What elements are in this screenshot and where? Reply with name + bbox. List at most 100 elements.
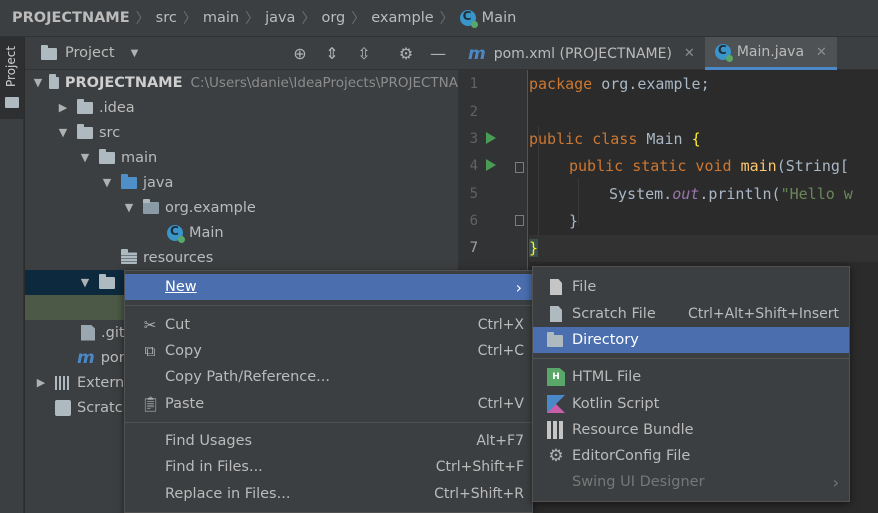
tab-main-java[interactable]: Main.java ✕ [704,37,837,70]
chevron-right-icon[interactable]: ▶ [55,101,71,114]
breadcrumb-java[interactable]: java [265,10,295,26]
chevron-down-icon[interactable]: ▼ [121,201,137,214]
tree-item-label: src [99,124,121,141]
chevron-down-icon[interactable]: ▼ [99,176,115,189]
menu-item-copy[interactable]: ⧉ Copy Ctrl+C [125,338,532,364]
shortcut-label: Ctrl+Shift+F [435,459,524,475]
run-icon[interactable] [486,132,496,144]
menu-item-copy-path[interactable]: Copy Path/Reference... [125,364,532,390]
gear-icon: ⚙ [548,446,564,466]
fold-icon[interactable] [515,162,524,173]
java-class-icon [459,9,478,28]
menu-item-replace-in-files[interactable]: Replace in Files... Ctrl+Shift+R [125,481,532,507]
submenu-item-resource-bundle[interactable]: Resource Bundle [533,417,849,443]
tree-item-java[interactable]: ▼ java [25,170,458,195]
source-folder-icon [121,173,137,189]
tree-item-resources[interactable]: resources [25,245,458,270]
run-icon[interactable] [486,159,496,171]
collapse-all-icon[interactable]: ⇳ [355,45,373,63]
code-line-6: } [569,212,579,230]
file-icon [550,279,562,295]
folder-icon [77,123,93,139]
submenu-item-editorconfig[interactable]: ⚙ EditorConfig File [533,443,849,469]
editor-tabs: m pom.xml (PROJECTNAME) ✕ Main.java ✕ [458,37,878,70]
shortcut-label: Ctrl+C [477,343,524,359]
submenu-item-directory[interactable]: Directory [533,327,849,353]
code-line-3: public class Main { [529,130,701,148]
tree-item-main-class[interactable]: Main [25,220,458,245]
menu-item-label: New [165,279,197,295]
line-number: 1 [469,76,478,92]
menu-item-label: Kotlin Script [572,396,660,412]
tree-item-label: PROJECTNAME [64,74,183,91]
expand-all-icon[interactable]: ⇕ [323,45,341,63]
tab-label: pom.xml (PROJECTNAME) [493,45,672,62]
tree-item-label: resources [143,249,214,266]
breadcrumb-project[interactable]: PROJECTNAME [12,10,130,26]
menu-item-label: HTML File [572,369,642,385]
breadcrumb-separator: 〉 [351,11,366,27]
tree-item-main[interactable]: ▼ main [25,145,458,170]
shortcut-label: Ctrl+V [477,396,524,412]
close-icon[interactable]: ✕ [684,46,695,61]
chevron-down-icon[interactable]: ▼ [55,126,71,139]
chevron-right-icon: › [515,277,522,297]
tree-item-root[interactable]: ▼ PROJECTNAME C:\Users\danie\IdeaProject… [25,70,458,95]
kotlin-icon [547,395,565,413]
line-number: 4 [469,158,478,174]
project-path: C:\Users\danie\IdeaProjects\PROJECTNA [190,74,458,91]
tree-item-idea[interactable]: ▶ .idea [25,95,458,120]
close-icon[interactable]: ✕ [816,45,827,60]
menu-item-label: Resource Bundle [572,422,694,438]
tree-item-src[interactable]: ▼ src [25,120,458,145]
gear-icon[interactable]: ⚙ [397,45,415,63]
menu-item-cut[interactable]: ✂ Cut Ctrl+X [125,312,532,338]
menu-separator [125,422,532,423]
folder-icon [99,273,115,289]
tree-item-label: org.example [165,199,256,216]
menu-item-label: Find in Files... [165,459,263,475]
menu-separator [533,358,849,359]
maven-icon: m [77,347,95,368]
chevron-right-icon[interactable]: ▶ [33,376,49,389]
scratches-icon [55,399,71,416]
breadcrumb-org[interactable]: org [321,10,345,26]
submenu-item-swing-ui-designer[interactable]: Swing UI Designer › [533,469,849,495]
file-icon [81,324,95,341]
line-number: 7 [469,240,478,256]
breadcrumb-example[interactable]: example [371,10,433,26]
menu-item-label: Copy [165,343,202,359]
tab-pom-xml[interactable]: m pom.xml (PROJECTNAME) ✕ [458,37,705,70]
chevron-down-icon[interactable]: ▼ [33,76,43,89]
chevron-down-icon[interactable]: ▼ [77,151,93,164]
menu-item-paste[interactable]: 📋︎ Paste Ctrl+V [125,391,532,417]
line-number: 3 [469,131,478,147]
shortcut-label: Ctrl+X [477,317,524,333]
line-number: 6 [469,213,478,229]
submenu-item-kotlin-script[interactable]: Kotlin Script [533,391,849,417]
menu-item-find-in-files[interactable]: Find in Files... Ctrl+Shift+F [125,454,532,480]
line-number: 2 [469,104,478,120]
breadcrumb-src[interactable]: src [156,10,177,26]
fold-icon[interactable] [515,215,524,226]
current-line-highlight [529,235,878,262]
code-line-1: package org.example; [529,75,710,93]
menu-item-find-usages[interactable]: Find Usages Alt+F7 [125,428,532,454]
hide-icon[interactable]: — [429,45,447,63]
breadcrumb-separator: 〉 [439,11,454,27]
breadcrumb-main[interactable]: main [203,10,239,26]
chevron-down-icon[interactable]: ▼ [131,48,139,59]
submenu-item-html-file[interactable]: H HTML File [533,364,849,390]
tree-item-package[interactable]: ▼ org.example [25,195,458,220]
breadcrumb-main-class[interactable]: Main [482,10,517,26]
chevron-down-icon[interactable]: ▼ [77,276,93,289]
menu-item-new[interactable]: New › [125,274,532,300]
module-folder-icon [48,73,59,89]
submenu-item-scratch-file[interactable]: Scratch File Ctrl+Alt+Shift+Insert [533,301,849,327]
breadcrumb-separator: 〉 [182,11,197,27]
project-view-title[interactable]: Project [65,45,115,61]
locate-icon[interactable]: ⊕ [291,45,309,63]
project-tool-window-tab[interactable]: Project [0,37,24,119]
line-number: 5 [469,186,478,202]
submenu-item-file[interactable]: File [533,274,849,300]
